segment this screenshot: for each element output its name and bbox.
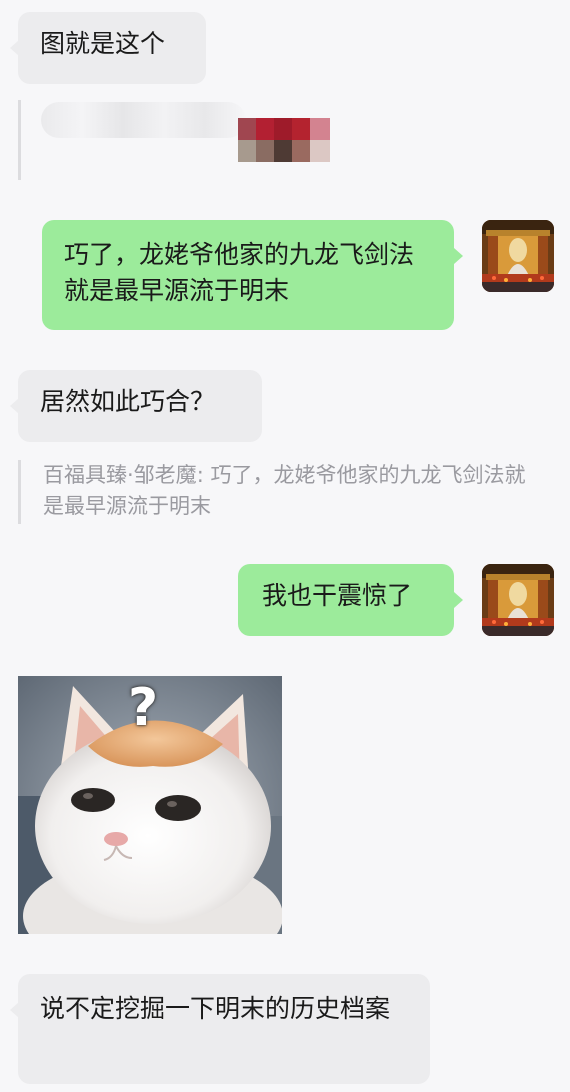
incoming-message-bubble[interactable]: 图就是这个 — [10, 12, 206, 84]
quote-block[interactable]: 百福具臻·邹老魔: 巧了，龙姥爷他家的九龙飞剑法就是最早源流于明末 — [18, 460, 528, 524]
message-text: 我也干震惊了 — [262, 581, 413, 610]
outgoing-message-bubble[interactable]: 我也干震惊了 — [238, 564, 463, 636]
user-avatar[interactable] — [482, 220, 554, 292]
message-text: 巧了，龙姥爷他家的九龙飞剑法就是最早源流于明末 — [64, 240, 415, 305]
quoted-image-block[interactable] — [18, 100, 338, 180]
quote-text: 百福具臻·邹老魔: 巧了，龙姥爷他家的九龙飞剑法就是最早源流于明末 — [21, 460, 528, 522]
user-avatar[interactable] — [482, 564, 554, 636]
message-text: 图就是这个 — [40, 29, 166, 58]
question-mark-overlay: ? — [128, 678, 159, 738]
message-text: 居然如此巧合？ — [40, 387, 216, 416]
quote-separator: : — [196, 463, 211, 487]
pixelated-text-placeholder — [41, 102, 246, 138]
cat-sticker-image[interactable]: ? — [18, 676, 282, 934]
outgoing-message-bubble[interactable]: 巧了，龙姥爷他家的九龙飞剑法就是最早源流于明末 — [42, 220, 463, 330]
incoming-message-bubble[interactable]: 居然如此巧合？ — [10, 370, 262, 442]
temple-avatar-icon — [482, 564, 554, 636]
quote-sender: 百福具臻·邹老魔 — [43, 463, 197, 487]
temple-avatar-icon — [482, 220, 554, 292]
message-text: 说不定挖掘一下明末的历史档案 — [40, 994, 391, 1023]
pixelated-redacted-image — [238, 118, 330, 162]
incoming-message-bubble[interactable]: 说不定挖掘一下明末的历史档案 — [10, 974, 430, 1084]
